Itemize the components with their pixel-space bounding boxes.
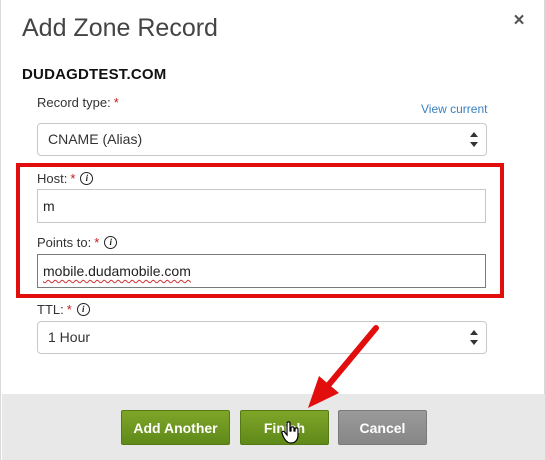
record-type-label: Record type: * bbox=[37, 95, 119, 110]
ttl-value: 1 Hour bbox=[48, 329, 91, 345]
hand-cursor-icon bbox=[281, 421, 299, 444]
add-zone-record-dialog: Add Zone Record × DUDAGDTEST.COM Record … bbox=[0, 0, 545, 460]
required-marker: * bbox=[66, 302, 72, 317]
close-icon[interactable]: × bbox=[509, 10, 529, 32]
cancel-button[interactable]: Cancel bbox=[338, 410, 427, 445]
view-current-link[interactable]: View current bbox=[421, 102, 487, 116]
ttl-select[interactable]: 1 Hour bbox=[37, 321, 487, 354]
select-arrows-icon bbox=[470, 330, 478, 345]
domain-name: DUDAGDTEST.COM bbox=[22, 66, 167, 83]
ttl-label: TTL: * i bbox=[37, 302, 90, 317]
annotation-highlight-box bbox=[16, 163, 504, 298]
info-icon[interactable]: i bbox=[76, 303, 90, 316]
record-type-label-text: Record type: bbox=[37, 95, 111, 110]
dialog-title: Add Zone Record bbox=[22, 14, 218, 42]
select-arrows-icon bbox=[470, 132, 478, 147]
record-type-value: CNAME (Alias) bbox=[48, 131, 143, 147]
required-marker: * bbox=[113, 95, 119, 110]
add-another-button[interactable]: Add Another bbox=[121, 410, 230, 445]
ttl-label-text: TTL: bbox=[37, 302, 64, 317]
record-type-select[interactable]: CNAME (Alias) bbox=[37, 123, 487, 156]
